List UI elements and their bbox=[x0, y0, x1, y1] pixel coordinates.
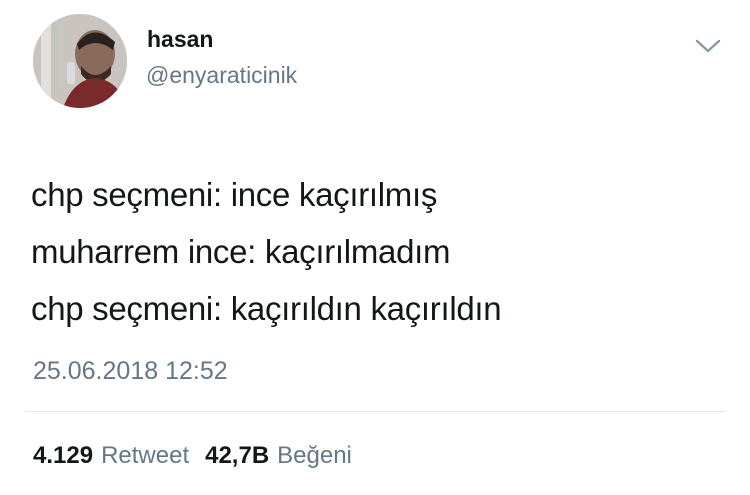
tweet-timestamp[interactable]: 25.06.2018 12:52 bbox=[33, 359, 228, 384]
like-count: 42,7B bbox=[205, 442, 270, 469]
tweet-text-line: muharrem ince: kaçırılmadım bbox=[31, 233, 451, 270]
like-stat[interactable]: 42,7B Beğeni bbox=[205, 444, 352, 468]
tweet-text: chp seçmeni: ince kaçırılmış muharrem in… bbox=[31, 166, 721, 337]
retweet-label: Retweet bbox=[101, 442, 190, 469]
tweet-text-line: chp seçmeni: kaçırıldın kaçırıldın bbox=[31, 290, 502, 327]
author-handle[interactable]: @enyaraticinik bbox=[146, 64, 297, 87]
retweet-stat[interactable]: 4.129 Retweet bbox=[33, 444, 189, 468]
chevron-down-icon bbox=[695, 39, 721, 53]
like-label: Beğeni bbox=[277, 442, 352, 469]
tweet-stats: 4.129 Retweet 42,7B Beğeni bbox=[33, 444, 352, 468]
author-display-name[interactable]: hasan bbox=[147, 28, 213, 51]
tweet-card: hasan @enyaraticinik chp seçmeni: ince k… bbox=[0, 0, 750, 495]
tweet-menu-button[interactable] bbox=[694, 36, 722, 56]
retweet-count: 4.129 bbox=[33, 442, 94, 469]
tweet-text-line: chp seçmeni: ince kaçırılmış bbox=[31, 176, 438, 213]
divider bbox=[25, 411, 725, 412]
avatar[interactable] bbox=[33, 14, 127, 108]
profile-photo-icon bbox=[33, 14, 127, 108]
